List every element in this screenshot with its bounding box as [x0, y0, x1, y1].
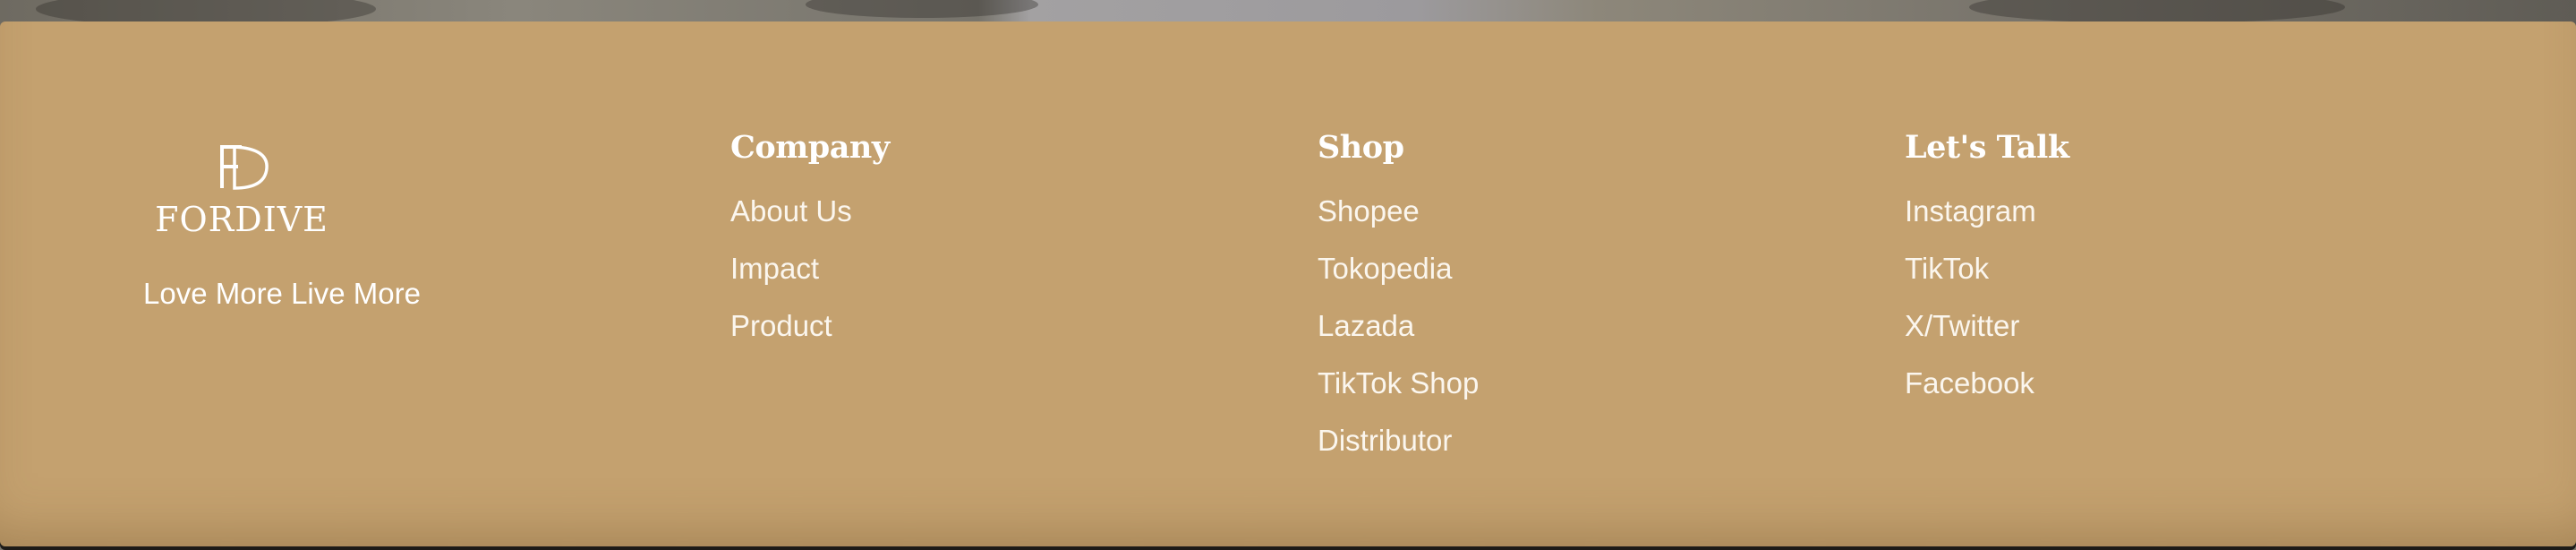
footer-link-tiktok[interactable]: TikTok — [1905, 252, 2069, 309]
image-texture — [1969, 0, 2345, 23]
footer-link-facebook[interactable]: Facebook — [1905, 366, 2069, 424]
footer-link-instagram[interactable]: Instagram — [1905, 194, 2069, 252]
shop-links: Shopee Tokopedia Lazada TikTok Shop Dist… — [1318, 194, 1479, 481]
column-heading-shop: Shop — [1318, 129, 1404, 166]
footer-column-company: Company About Us Impact Product — [730, 129, 890, 366]
footer-link-about-us[interactable]: About Us — [730, 194, 890, 252]
fordive-logo[interactable]: FORDIVE — [152, 120, 331, 236]
footer-column-shop: Shop Shopee Tokopedia Lazada TikTok Shop… — [1318, 129, 1479, 481]
footer-link-distributor[interactable]: Distributor — [1318, 424, 1479, 481]
brand-tagline: Love More Live More — [143, 277, 421, 310]
footer-link-tokopedia[interactable]: Tokopedia — [1318, 252, 1479, 309]
footer-link-lazada[interactable]: Lazada — [1318, 309, 1479, 366]
image-texture — [806, 0, 1038, 18]
column-heading-lets-talk: Let's Talk — [1905, 129, 2069, 166]
site-footer: FORDIVE Love More Live More Company Abou… — [0, 21, 2576, 546]
fordive-logo-mark: FORDIVE — [155, 145, 328, 236]
footer-link-product[interactable]: Product — [730, 309, 890, 366]
footer-link-shopee[interactable]: Shopee — [1318, 194, 1479, 252]
column-heading-company: Company — [730, 129, 890, 166]
footer-brand: FORDIVE Love More Live More — [143, 120, 421, 310]
footer-column-lets-talk: Let's Talk Instagram TikTok X/Twitter Fa… — [1905, 129, 2069, 424]
social-links: Instagram TikTok X/Twitter Facebook — [1905, 194, 2069, 424]
footer-link-x-twitter[interactable]: X/Twitter — [1905, 309, 2069, 366]
footer-link-impact[interactable]: Impact — [730, 252, 890, 309]
company-links: About Us Impact Product — [730, 194, 890, 366]
footer-link-tiktok-shop[interactable]: TikTok Shop — [1318, 366, 1479, 424]
logo-wordmark: FORDIVE — [155, 200, 328, 236]
